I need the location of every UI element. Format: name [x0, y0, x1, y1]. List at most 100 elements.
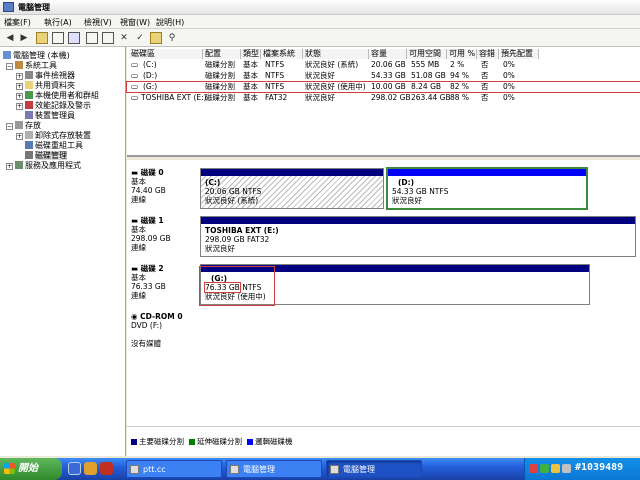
properties-icon[interactable]	[52, 32, 64, 44]
tree-item-event-viewer[interactable]: + 事件檢視器	[16, 71, 75, 81]
expand-icon[interactable]: +	[6, 163, 13, 170]
menu-file[interactable]: 檔案(F)	[4, 17, 31, 28]
volume-list: 磁碟區 配置 類型 檔案系統 狀態 容量 可用空間 可用 % 容錯 預先配置 ▭…	[126, 47, 640, 157]
column-header-layout[interactable]: 配置	[203, 49, 241, 59]
shared-folder-icon	[25, 81, 33, 89]
expand-icon[interactable]: +	[16, 133, 23, 140]
expand-icon[interactable]: +	[16, 73, 23, 80]
disk-2-label: ▬ 磁碟 2 基本 76.33 GB 連線	[131, 264, 166, 300]
cdrom-icon: ◉	[131, 312, 138, 321]
tray-icon-2[interactable]	[540, 464, 549, 473]
column-header-overhead[interactable]: 預先配置	[499, 49, 539, 59]
collapse-icon[interactable]: −	[6, 63, 13, 70]
tree-item-perf-logs[interactable]: + 效能記錄及警示	[16, 101, 91, 111]
tree-item-device-manager[interactable]: 裝置管理員	[25, 111, 75, 121]
tree-item-root[interactable]: 電腦管理 (本機)	[3, 51, 70, 61]
tree-item-removable-storage[interactable]: + 卸除式存放裝置	[16, 131, 91, 141]
up-folder-icon[interactable]	[36, 32, 48, 44]
media-icon[interactable]	[100, 462, 113, 475]
post-number: #1039489	[575, 462, 624, 473]
task-computer-management-1[interactable]: 電腦管理	[226, 460, 322, 478]
column-header-file-system[interactable]: 檔案系統	[261, 49, 303, 59]
tree-item-services[interactable]: + 服務及應用程式	[6, 161, 81, 171]
navigation-tree: 電腦管理 (本機) − 系統工具 + 事件檢視器 + 共用資料夾 + 本機使用者和群組 …	[0, 47, 126, 456]
column-header-status[interactable]: 狀態	[303, 49, 369, 59]
disk-0[interactable]: ▬ 磁碟 0 基本 74.40 GB 連線 (C:) 20.06 GB NTFS…	[127, 166, 640, 212]
removable-storage-icon	[25, 131, 33, 139]
collapse-icon[interactable]: −	[6, 123, 13, 130]
tree-item-system-tools[interactable]: − 系統工具	[6, 61, 57, 71]
red-highlight-box	[199, 266, 275, 306]
taskbar: 開始 ptt.cc 電腦管理 電腦管理 #1039489	[0, 458, 640, 480]
drive-icon: ▭	[131, 93, 139, 102]
tree-item-disk-management[interactable]: 磁碟管理	[25, 151, 67, 161]
disk-management-icon	[25, 151, 33, 159]
computer-management-icon	[230, 465, 239, 474]
refresh-icon[interactable]	[86, 32, 98, 44]
menu-help[interactable]: 說明(H)	[156, 17, 184, 28]
menu-window[interactable]: 視窗(W)	[120, 17, 150, 28]
performance-icon	[25, 101, 33, 109]
legend-logical: 邏輯磁碟機	[247, 436, 293, 447]
title-bar: 電腦管理	[0, 0, 640, 15]
tray-icon-1[interactable]	[529, 464, 538, 473]
tray-icon-3[interactable]	[551, 464, 560, 473]
start-button[interactable]: 開始	[0, 458, 62, 480]
disk-0-label: ▬ 磁碟 0 基本 74.40 GB 連線	[131, 168, 166, 204]
partition-e[interactable]: TOSHIBA EXT (E:) 298.09 GB FAT32 狀況良好	[200, 216, 636, 257]
check-icon[interactable]: ✓	[134, 32, 146, 44]
services-icon	[15, 161, 23, 169]
primary-swatch	[131, 439, 137, 445]
tree-item-local-users[interactable]: + 本機使用者和群組	[16, 91, 99, 101]
legend-primary: 主要磁碟分割	[131, 436, 184, 447]
disk-1[interactable]: ▬ 磁碟 1 基本 298.09 GB 連線 TOSHIBA EXT (E:) …	[127, 214, 640, 260]
volume-row-d[interactable]: ▭ (D:) 磁碟分割 基本 NTFS 狀況良好 54.33 GB 51.08 …	[127, 71, 640, 81]
column-header-volume[interactable]: 磁碟區	[129, 49, 203, 59]
partition-legend: 主要磁碟分割 延伸磁碟分割 邏輯磁碟機	[127, 426, 640, 456]
defrag-icon	[25, 141, 33, 149]
toolbar: ◀ ▶ ✕ ✓ ⚲	[0, 29, 640, 47]
window-title: 電腦管理	[18, 3, 50, 12]
expand-icon[interactable]: +	[16, 83, 23, 90]
volume-row-g[interactable]: ▭ (G:) 磁碟分割 基本 NTFS 狀況良好 (使用中) 10.00 GB …	[126, 81, 640, 93]
tree-item-storage[interactable]: − 存放	[6, 121, 41, 131]
delete-icon[interactable]: ✕	[118, 32, 130, 44]
tray-icon-4[interactable]	[562, 464, 571, 473]
terminal-icon	[130, 465, 139, 474]
cdrom-0[interactable]: ◉ CD-ROM 0 DVD (F:) 沒有媒體	[127, 310, 640, 356]
computer-icon	[3, 51, 11, 59]
drive-icon: ▭	[131, 60, 139, 69]
disk-2[interactable]: ▬ 磁碟 2 基本 76.33 GB 連線 (G:) 76.33 GB NTFS…	[127, 262, 640, 308]
expand-icon[interactable]: +	[16, 93, 23, 100]
search-icon[interactable]: ⚲	[166, 32, 178, 44]
folder-icon[interactable]	[150, 32, 162, 44]
menu-action[interactable]: 執行(A)	[44, 17, 72, 28]
ie-icon[interactable]	[68, 462, 81, 475]
column-header-capacity[interactable]: 容量	[369, 49, 407, 59]
column-header-free-space[interactable]: 可用空間	[407, 49, 447, 59]
firefox-icon[interactable]	[84, 462, 97, 475]
task-ptt[interactable]: ptt.cc	[126, 460, 222, 478]
help-icon[interactable]	[68, 32, 80, 44]
menu-view[interactable]: 檢視(V)	[84, 17, 112, 28]
event-viewer-icon	[25, 71, 33, 79]
volume-row-c[interactable]: ▭ (C:) 磁碟分割 基本 NTFS 狀況良好 (系統) 20.06 GB 5…	[127, 60, 640, 70]
expand-icon[interactable]: +	[16, 103, 23, 110]
column-header-fault-tolerance[interactable]: 容錯	[477, 49, 499, 59]
disk-icon[interactable]	[102, 32, 114, 44]
tree-item-shared-folders[interactable]: + 共用資料夾	[16, 81, 75, 91]
tree-item-defrag[interactable]: 磁碟重組工具	[25, 141, 83, 151]
column-header-free-pct[interactable]: 可用 %	[447, 49, 477, 59]
forward-icon[interactable]: ▶	[18, 32, 30, 44]
column-header-type[interactable]: 類型	[241, 49, 261, 59]
task-computer-management-2[interactable]: 電腦管理	[326, 460, 422, 478]
computer-management-icon	[330, 465, 339, 474]
volume-row-e[interactable]: ▭ TOSHIBA EXT (E:) 磁碟分割 基本 FAT32 狀況良好 29…	[127, 93, 640, 103]
menu-bar: 檔案(F) 執行(A) 檢視(V) 視窗(W) 說明(H)	[0, 15, 640, 29]
partition-c[interactable]: (C:) 20.06 GB NTFS 狀況良好 (系統)	[200, 168, 384, 209]
system-tray: #1039489	[524, 458, 640, 480]
disk-map: ▬ 磁碟 0 基本 74.40 GB 連線 (C:) 20.06 GB NTFS…	[127, 160, 640, 426]
partition-d[interactable]: (D:) 54.33 GB NTFS 狀況良好	[386, 167, 588, 210]
legend-extended: 延伸磁碟分割	[189, 436, 242, 447]
back-icon[interactable]: ◀	[4, 32, 16, 44]
